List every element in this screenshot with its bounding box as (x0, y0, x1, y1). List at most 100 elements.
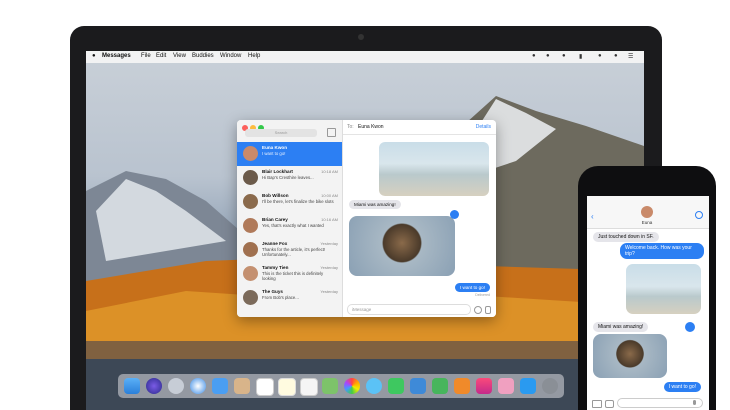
conversation-preview: Hi Bap's Cresthire leaves... (262, 175, 314, 180)
tapback-icon[interactable] (685, 322, 695, 332)
notification-center-icon[interactable]: ☰ (628, 53, 633, 60)
bluetooth-icon[interactable]: ● (546, 53, 550, 59)
notes-icon[interactable] (278, 378, 296, 396)
conversation-item[interactable]: Tammy Tien Yesterday This is the ticket … (237, 262, 342, 286)
recipient-name: Euna Kwon (358, 124, 384, 130)
microphone-icon[interactable] (693, 400, 696, 405)
volume-icon[interactable]: ● (562, 53, 566, 59)
conversation-preview: From Bob's place... (262, 295, 299, 300)
conversation-name: Euna Kwon (262, 145, 288, 150)
avatar (243, 290, 258, 305)
microphone-icon[interactable] (485, 306, 491, 314)
conversation-time: Yesterday (320, 265, 338, 270)
menu-help[interactable]: Help (248, 53, 260, 59)
wifi-icon[interactable]: ● (532, 53, 536, 59)
chat-header: To: Euna Kwon Details (343, 120, 496, 135)
numbers-icon[interactable] (432, 378, 448, 394)
conversation-item[interactable]: Blair Lockhart 10:18 AM Hi Bap's Cresthi… (237, 166, 342, 190)
menu-view[interactable]: View (173, 53, 186, 59)
pages-icon[interactable] (454, 378, 470, 394)
ibooks-icon[interactable] (498, 378, 514, 394)
tapback-icon[interactable] (450, 210, 459, 219)
contact-name: Euna (641, 220, 653, 225)
conversation-name: Jeanne Fox (262, 241, 288, 246)
beach-photo[interactable] (626, 264, 701, 314)
conversation-name: Brian Carey (262, 217, 288, 222)
siri-dock-icon[interactable] (146, 378, 162, 394)
conversation-sidebar: Search Euna Kwon I want to go! Blair Loc… (237, 120, 343, 317)
launchpad-icon[interactable] (168, 378, 184, 394)
avatar (243, 242, 258, 257)
avatar (243, 146, 258, 161)
messages-dock-icon[interactable] (366, 378, 382, 394)
avatar (243, 266, 258, 281)
camera-button-icon[interactable] (592, 400, 602, 408)
app-store-icon[interactable] (520, 378, 536, 394)
conversation-name: Blair Lockhart (262, 169, 293, 174)
search-input[interactable]: Search (245, 129, 317, 137)
portrait-photo[interactable] (349, 216, 455, 276)
back-icon[interactable]: ‹ (591, 212, 594, 221)
conversation-item[interactable]: Euna Kwon I want to go! (237, 142, 342, 166)
avatar (243, 194, 258, 209)
conversation-preview: This is the ticket this is definitely lo… (262, 271, 324, 281)
messages-window: Search Euna Kwon I want to go! Blair Loc… (237, 120, 496, 317)
menu-window[interactable]: Window (220, 53, 241, 59)
menu-bar: ● Messages File Edit View Buddies Window… (86, 51, 644, 63)
conversation-preview: I want to go! (262, 151, 286, 156)
mail-icon[interactable] (212, 378, 228, 394)
conversation-item[interactable]: Jeanne Fox Yesterday Thanks for the arti… (237, 238, 342, 262)
avatar (243, 170, 258, 185)
spotlight-icon[interactable]: ● (598, 53, 602, 59)
itunes-icon[interactable] (476, 378, 492, 394)
info-icon[interactable] (695, 211, 703, 219)
battery-icon[interactable]: ▮ (579, 53, 582, 60)
outgoing-bubble: Welcome back. How was your trip? (620, 243, 704, 259)
incoming-bubble: Miami was amazing! (349, 200, 401, 209)
maps-icon[interactable] (322, 378, 338, 394)
keynote-icon[interactable] (410, 378, 426, 394)
chat-pane: To: Euna Kwon Details Miami was amazing!… (343, 120, 496, 317)
menu-app-name[interactable]: Messages (102, 53, 131, 59)
siri-icon[interactable]: ● (614, 53, 618, 59)
conversation-preview: Yes, that's exactly what I wanted (262, 223, 324, 228)
menu-edit[interactable]: Edit (156, 53, 166, 59)
apps-button-icon[interactable] (605, 400, 614, 408)
message-input[interactable]: iMessage (347, 304, 471, 315)
photos-icon[interactable] (344, 378, 360, 394)
contact-avatar[interactable] (641, 206, 653, 218)
calendar-icon[interactable] (256, 378, 274, 396)
details-button[interactable]: Details (476, 124, 491, 130)
menu-buddies[interactable]: Buddies (192, 53, 214, 59)
apple-icon[interactable]: ● (92, 53, 96, 59)
safari-icon[interactable] (190, 378, 206, 394)
facetime-icon[interactable] (388, 378, 404, 394)
conversation-item[interactable]: Brian Carey 10:16 AM Yes, that's exactly… (237, 214, 342, 238)
iphone-message-input[interactable] (617, 398, 703, 408)
menu-file[interactable]: File (141, 53, 151, 59)
conversation-time: 10:00 AM (321, 193, 338, 198)
system-preferences-icon[interactable] (542, 378, 558, 394)
incoming-bubble: Miami was amazing! (593, 322, 649, 332)
avatar (243, 218, 258, 233)
camera-icon (358, 34, 364, 40)
compose-icon[interactable] (327, 128, 336, 137)
conversation-item[interactable]: The Guys Yesterday From Bob's place... (237, 286, 342, 310)
contacts-icon[interactable] (234, 378, 250, 394)
outgoing-bubble: I want to go! (454, 283, 490, 292)
delivered-label: Delivered (475, 293, 490, 297)
emoji-icon[interactable] (474, 306, 482, 314)
incoming-bubble: Just touched down in SF. (593, 232, 659, 242)
finder-icon[interactable] (124, 378, 140, 394)
portrait-photo[interactable] (593, 334, 667, 378)
reminders-icon[interactable] (300, 378, 318, 396)
beach-photo[interactable] (379, 142, 489, 196)
conversation-name: Bob Willson (262, 193, 289, 198)
conversation-time: Yesterday (320, 241, 338, 246)
conversation-item[interactable]: Bob Willson 10:00 AM I'll be there, let'… (237, 190, 342, 214)
conversation-preview: Thanks for the article, it's perfect! Un… (262, 247, 326, 257)
outgoing-bubble: I want to go! (663, 382, 701, 392)
conversation-name: Tammy Tien (262, 265, 289, 270)
conversation-time: Yesterday (320, 289, 338, 294)
conversation-name: The Guys (262, 289, 283, 294)
